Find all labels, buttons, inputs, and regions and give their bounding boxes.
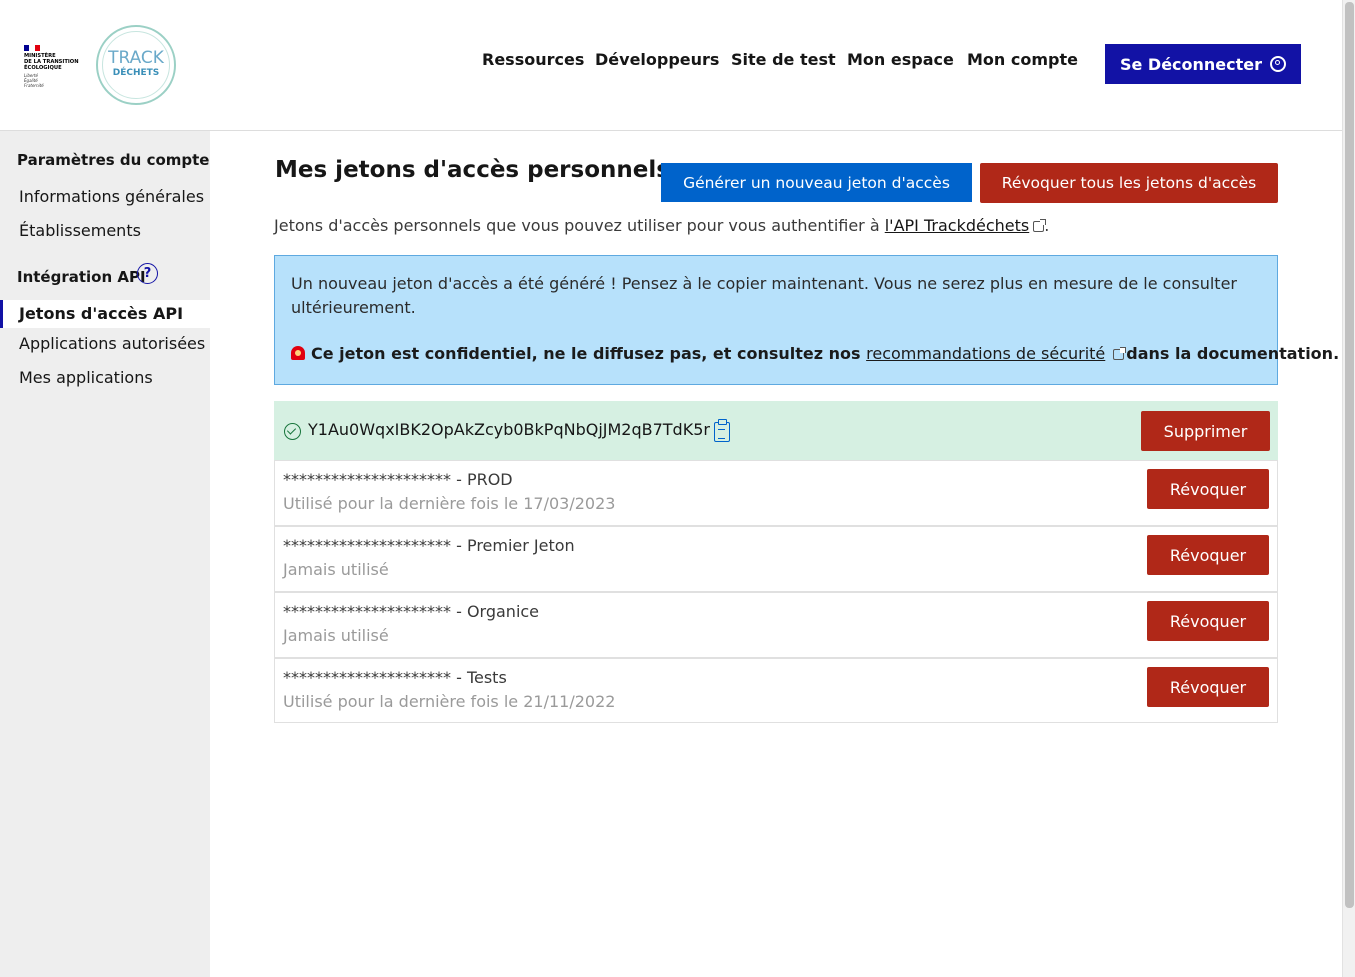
logo-text-dechets: DÉCHETS [112,68,160,78]
sidebar-item-my-apps[interactable]: Mes applications [19,368,153,387]
api-doc-link[interactable]: l'API Trackdéchets [885,216,1030,235]
logout-button[interactable]: Se Déconnecter [1105,44,1301,84]
alert-warning-text: Ce jeton est confidentiel, ne le diffuse… [311,344,867,363]
token-row: ********************* - Organice Jamais … [274,592,1278,658]
revoke-all-tokens-button[interactable]: Révoquer tous les jetons d'accès [980,163,1278,203]
french-flag-icon [24,45,40,51]
token-usage: Utilisé pour la dernière fois le 17/03/2… [283,494,616,513]
ministry-devise: Liberté Égalité Fraternité [24,73,86,88]
token-row: ********************* - PROD Utilisé pou… [274,460,1278,526]
page-scrollbar[interactable] [1342,0,1355,977]
generate-token-button[interactable]: Générer un nouveau jeton d'accès [661,163,972,202]
nav-mon-compte[interactable]: Mon compte [967,50,1078,69]
sidebar-heading-api: Intégration API [17,268,146,286]
account-sidebar: Paramètres du compte Informations généra… [0,131,210,977]
sidebar-item-api-tokens[interactable]: Jetons d'accès API [0,300,210,328]
nav-developpeurs[interactable]: Développeurs [595,50,719,69]
sidebar-heading-account: Paramètres du compte [17,151,210,169]
scrollbar-thumb[interactable] [1345,2,1354,908]
description-text: Jetons d'accès personnels que vous pouve… [274,216,885,235]
sidebar-item-general-info[interactable]: Informations générales [19,187,204,206]
logo-text-track: TRACK [108,48,164,68]
ministry-name-line: écologique [24,65,62,71]
token-name: ********************* - Premier Jeton [283,536,575,555]
clipboard-copy-icon[interactable] [714,419,730,442]
token-usage: Utilisé pour la dernière fois le 21/11/2… [283,692,616,711]
nav-mon-espace[interactable]: Mon espace [847,50,954,69]
new-token-value[interactable]: Y1Au0WqxIBK2OpAkZcyb0BkPqNbQjJM2qB7TdK5r [308,420,710,439]
external-link-icon [1033,219,1047,232]
check-circle-icon [284,423,301,440]
revoke-token-button[interactable]: Révoquer [1147,535,1269,575]
siren-icon [291,346,305,360]
sidebar-item-authorized-apps[interactable]: Applications autorisées [19,334,205,353]
external-link-icon [1113,347,1127,360]
nav-site-de-test[interactable]: Site de test [731,50,836,69]
page-description: Jetons d'accès personnels que vous pouve… [274,216,1049,235]
token-usage: Jamais utilisé [283,626,389,645]
sidebar-item-label: Jetons d'accès API [19,304,184,323]
token-name: ********************* - Tests [283,668,507,687]
page-title: Mes jetons d'accès personnels [275,157,670,183]
alert-warning-suffix: dans la documentation. [1126,344,1340,363]
trackdechets-logo[interactable]: TRACK DÉCHETS [96,25,176,105]
new-token-alert: Un nouveau jeton d'accès a été généré ! … [274,255,1339,385]
nav-ressources[interactable]: Ressources [482,50,584,69]
sidebar-item-establishments[interactable]: Établissements [19,221,141,240]
logout-label: Se Déconnecter [1119,54,1263,74]
token-usage: Jamais utilisé [283,560,389,579]
devise-line: Fraternité [24,83,44,88]
token-name: ********************* - Organice [283,602,540,621]
token-name: ********************* - PROD [283,470,513,489]
revoke-token-button[interactable]: Révoquer [1147,601,1269,641]
token-row: ********************* - Premier Jeton Ja… [274,526,1278,592]
revoke-token-button[interactable]: Révoquer [1147,667,1269,707]
revoke-token-button[interactable]: Révoquer [1147,469,1269,509]
ministry-logo[interactable]: Ministère de la transition écologique Li… [24,45,86,88]
help-icon[interactable]: ? [137,263,158,284]
new-token-row: Y1Au0WqxIBK2OpAkZcyb0BkPqNbQjJM2qB7TdK5r… [274,401,1278,460]
delete-token-button[interactable]: Supprimer [1141,411,1270,451]
user-circle-icon [1270,56,1287,72]
site-header: Ministère de la transition écologique Li… [0,0,1342,131]
alert-warning: Ce jeton est confidentiel, ne le diffuse… [291,344,1339,363]
alert-message: Un nouveau jeton d'accès a été généré ! … [291,274,1237,317]
token-row: ********************* - Tests Utilisé po… [274,658,1278,723]
security-recommendations-link[interactable]: recommandations de sécurité [866,344,1105,363]
